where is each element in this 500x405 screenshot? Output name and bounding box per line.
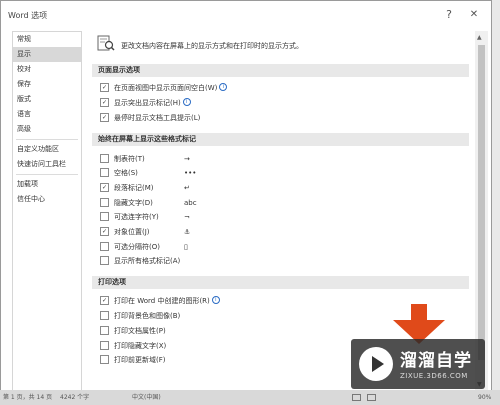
checkbox[interactable]: ✓ xyxy=(100,97,109,107)
option-label: 显示所有格式标记(A) xyxy=(114,257,181,265)
option-print-properties[interactable]: 打印文档属性(P) xyxy=(100,325,166,337)
sidebar-item-general[interactable]: 常规 xyxy=(13,32,81,47)
scroll-thumb[interactable] xyxy=(478,45,485,360)
vertical-scrollbar[interactable]: ▲ ▼ xyxy=(475,31,488,391)
option-update-fields[interactable]: 打印前更新域(F) xyxy=(100,354,166,366)
checkbox[interactable] xyxy=(100,153,109,163)
play-logo-icon xyxy=(359,347,393,381)
option-print-drawings[interactable]: ✓ 打印在 Word 中创建的图形(R) i xyxy=(100,295,220,307)
sidebar-divider xyxy=(16,174,78,175)
checkbox[interactable] xyxy=(100,340,109,350)
option-show-whitespace[interactable]: ✓ 在页面视图中显示页面间空白(W) i xyxy=(100,82,228,94)
checkbox[interactable] xyxy=(100,211,109,221)
option-label: 悬停时显示文档工具提示(L) xyxy=(114,114,201,122)
sidebar-item-display[interactable]: 显示 xyxy=(13,47,81,62)
sidebar-item-trust-center[interactable]: 信任中心 xyxy=(13,192,81,207)
sidebar-item-quick-access-toolbar[interactable]: 快速访问工具栏 xyxy=(13,157,81,172)
option-print-hidden-text[interactable]: 打印隐藏文字(X) xyxy=(100,340,166,352)
option-object-anchors[interactable]: ✓ 对象位置(J) ⚓ xyxy=(100,226,190,238)
space-dots-icon: ••• xyxy=(184,169,197,177)
option-show-tooltips[interactable]: ✓ 悬停时显示文档工具提示(L) xyxy=(100,112,200,124)
option-label: 可选连字符(Y) xyxy=(114,213,159,221)
option-hidden-text[interactable]: 隐藏文字(D) abc xyxy=(100,197,197,209)
info-icon: i xyxy=(219,83,228,91)
checkbox[interactable] xyxy=(100,325,109,335)
section-formatting-marks: 始终在屏幕上显示这些格式标记 xyxy=(92,133,469,146)
page-count[interactable]: 第 1 页，共 14 页 xyxy=(3,390,52,405)
option-label: 可选分隔符(O) xyxy=(114,243,160,251)
help-button[interactable]: ? xyxy=(440,6,458,24)
zoom-level[interactable]: 90% xyxy=(478,390,491,405)
word-options-dialog: Word 选项 ? ✕ 常规 显示 校对 保存 版式 语言 高级 自定义功能区 … xyxy=(0,0,492,396)
dialog-title: Word 选项 xyxy=(8,11,48,20)
checkbox[interactable] xyxy=(100,354,109,364)
option-show-all-marks[interactable]: 显示所有格式标记(A) xyxy=(100,255,180,267)
info-icon: i xyxy=(182,98,191,106)
option-label: 在页面视图中显示页面间空白(W) xyxy=(114,84,218,92)
checkbox[interactable]: ✓ xyxy=(100,82,109,92)
checkbox[interactable]: ✓ xyxy=(100,226,109,236)
checkbox[interactable] xyxy=(100,310,109,320)
section-page-display: 页面显示选项 xyxy=(92,64,469,77)
option-optional-breaks[interactable]: 可选分隔符(O) ▯ xyxy=(100,241,188,253)
option-label: 打印文档属性(P) xyxy=(114,327,166,335)
option-label: 打印前更新域(F) xyxy=(114,356,166,364)
title-bar: Word 选项 ? ✕ xyxy=(1,1,491,27)
close-button[interactable]: ✕ xyxy=(465,6,483,24)
sidebar-item-proofing[interactable]: 校对 xyxy=(13,62,81,77)
option-label: 制表符(T) xyxy=(114,155,145,163)
word-count[interactable]: 4242 个字 xyxy=(60,390,89,405)
option-label: 段落标记(M) xyxy=(114,184,154,192)
checkbox[interactable]: ✓ xyxy=(100,112,109,122)
sidebar-item-save[interactable]: 保存 xyxy=(13,77,81,92)
sidebar-item-typography[interactable]: 版式 xyxy=(13,92,81,107)
section-print-options: 打印选项 xyxy=(92,276,469,289)
checkbox[interactable]: ✓ xyxy=(100,295,109,305)
option-spaces[interactable]: 空格(S) ••• xyxy=(100,167,196,179)
watermark-overlay: 溜溜自学 ZIXUE.3D66.COM xyxy=(351,339,485,389)
scroll-up-arrow-icon[interactable]: ▲ xyxy=(477,34,482,41)
sidebar-item-add-ins[interactable]: 加载项 xyxy=(13,177,81,192)
checkbox[interactable] xyxy=(100,167,109,177)
optional-hyphen-icon: ¬ xyxy=(184,213,190,221)
option-paragraph-marks[interactable]: ✓ 段落标记(M) ↵ xyxy=(100,182,190,194)
read-mode-icon[interactable] xyxy=(352,394,361,401)
option-label: 对象位置(J) xyxy=(114,228,150,236)
tab-arrow-icon: → xyxy=(184,155,190,163)
print-layout-icon[interactable] xyxy=(367,394,376,401)
option-print-background[interactable]: 打印背景色和图像(B) xyxy=(100,310,180,322)
panel-description: 更改文档内容在屏幕上的显示方式和在打印时的显示方式。 xyxy=(121,42,303,50)
info-icon: i xyxy=(211,296,220,304)
status-bar: 第 1 页，共 14 页 4242 个字 中文(中国) 90% xyxy=(0,390,500,405)
options-sidebar: 常规 显示 校对 保存 版式 语言 高级 自定义功能区 快速访问工具栏 加载项 … xyxy=(12,31,82,391)
checkbox[interactable] xyxy=(100,255,109,265)
optional-break-icon: ▯ xyxy=(184,243,188,251)
checkbox[interactable]: ✓ xyxy=(100,182,109,192)
sidebar-item-advanced[interactable]: 高级 xyxy=(13,122,81,137)
watermark-name: 溜溜自学 xyxy=(400,351,472,371)
red-arrow-icon xyxy=(393,304,445,344)
document-magnifier-icon xyxy=(97,35,115,51)
checkbox[interactable] xyxy=(100,241,109,251)
option-label: 空格(S) xyxy=(114,169,138,177)
option-label: 隐藏文字(D) xyxy=(114,199,153,207)
language-indicator[interactable]: 中文(中国) xyxy=(132,390,161,405)
sidebar-item-customize-ribbon[interactable]: 自定义功能区 xyxy=(13,142,81,157)
option-optional-hyphens[interactable]: 可选连字符(Y) ¬ xyxy=(100,211,190,223)
hidden-text-icon: abc xyxy=(184,199,197,207)
option-show-highlighter[interactable]: ✓ 显示突出显示标记(H) i xyxy=(100,97,191,109)
option-label: 打印在 Word 中创建的图形(R) xyxy=(114,297,210,305)
option-label: 显示突出显示标记(H) xyxy=(114,99,181,107)
option-label: 打印隐藏文字(X) xyxy=(114,342,167,350)
watermark-url: ZIXUE.3D66.COM xyxy=(400,372,468,380)
anchor-icon: ⚓ xyxy=(184,228,191,236)
sidebar-item-language[interactable]: 语言 xyxy=(13,107,81,122)
checkbox[interactable] xyxy=(100,197,109,207)
sidebar-divider xyxy=(16,139,78,140)
option-tab-characters[interactable]: 制表符(T) → xyxy=(100,153,190,165)
paragraph-mark-icon: ↵ xyxy=(184,184,190,192)
option-label: 打印背景色和图像(B) xyxy=(114,312,181,320)
